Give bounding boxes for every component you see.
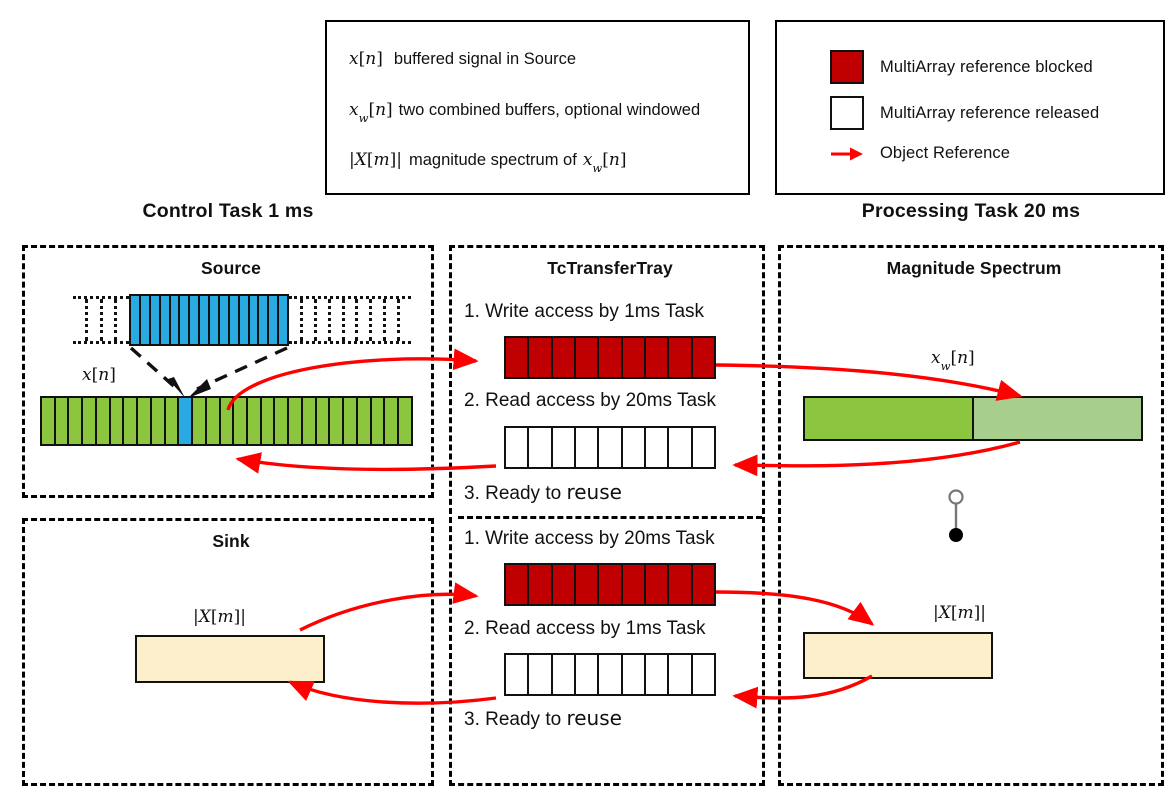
tray-lower-step3-text: 3. Ready to reuse <box>464 706 622 730</box>
tray-cell <box>599 428 623 467</box>
legend-label-released: MultiArray reference released <box>880 103 1100 122</box>
magnitude-combined-buffer-label: xw[n] <box>931 348 975 374</box>
notation-symbol-xwn: xw[n] <box>349 100 393 126</box>
combined-buffer-old-half <box>974 398 1141 439</box>
notation-line-3: |X[m]| magnitude spectrum of xw[n] <box>349 150 627 176</box>
legend-item-object-reference: Object Reference <box>830 144 1010 163</box>
tray-cell <box>599 655 623 694</box>
tray-cell <box>645 655 670 694</box>
filled-square-icon <box>830 50 864 84</box>
tray-upper-released-strip <box>504 426 716 469</box>
tray-cell <box>506 655 530 694</box>
sink-block-label: |X[m]| <box>193 607 246 627</box>
tray-cell <box>645 338 670 377</box>
tray-divider <box>458 516 762 519</box>
panel-title-tctransfertray: TcTransferTray <box>547 258 673 278</box>
column-title-control-task: Control Task 1 ms <box>142 200 314 222</box>
tray-cell <box>506 428 530 467</box>
legend-box: MultiArray reference blocked MultiArray … <box>775 20 1165 195</box>
panel-source: Source x[n] <box>22 245 434 498</box>
legend-label-object-reference: Object Reference <box>880 144 1010 162</box>
panel-tctransfertray: TcTransferTray 1. Write access by 1ms Ta… <box>449 245 765 786</box>
tray-cell <box>692 428 714 467</box>
panel-magnitude-spectrum: Magnitude Spectrum xw[n] |X[m]| <box>778 245 1164 786</box>
tray-upper-step1: 1. Write access by 1ms Task <box>464 301 705 322</box>
panel-sink: Sink |X[m]| <box>22 518 434 786</box>
tray-cell <box>599 338 623 377</box>
tray-cell <box>599 565 623 604</box>
tray-cell <box>529 338 553 377</box>
tray-lower-step3: 3. Ready to reuse <box>464 706 622 731</box>
tray-cell <box>622 338 646 377</box>
diagram-canvas: x[n] buffered signal in Source xw[n] two… <box>0 0 1172 805</box>
tray-cell <box>622 428 646 467</box>
combined-buffer-new-half <box>805 398 974 439</box>
legend-item-blocked: MultiArray reference blocked <box>830 50 1093 84</box>
tray-cell <box>622 565 646 604</box>
tray-lower-step2: 2. Read access by 1ms Task <box>464 618 706 639</box>
tray-upper-step3-text: 3. Ready to reuse <box>464 480 622 504</box>
tray-cell <box>575 655 600 694</box>
tray-cell <box>506 338 530 377</box>
tray-cell <box>669 655 693 694</box>
tray-cell <box>645 428 670 467</box>
tray-cell <box>669 428 693 467</box>
magnitude-result-block <box>803 632 993 679</box>
tray-cell <box>529 428 553 467</box>
tray-cell <box>552 565 576 604</box>
tray-lower-released-strip <box>504 653 716 696</box>
tray-cell <box>552 338 576 377</box>
tray-cell <box>692 565 714 604</box>
notation-symbol-magXm: |X[m]| <box>349 150 402 170</box>
notation-symbol-xwn-trailing: xw[n] <box>582 150 627 176</box>
tray-cell <box>529 655 553 694</box>
tray-lower-step1: 1. Write access by 20ms Task <box>464 528 715 549</box>
tray-cell <box>575 338 600 377</box>
tray-cell <box>692 338 714 377</box>
reuse-word: reuse <box>566 706 622 730</box>
notation-symbol-xn: x[n] <box>349 49 383 69</box>
magnitude-result-label: |X[m]| <box>933 603 986 623</box>
tray-upper-step2: 2. Read access by 20ms Task <box>464 390 717 411</box>
legend-label-blocked: MultiArray reference blocked <box>880 57 1093 76</box>
tray-cell <box>552 655 576 694</box>
notation-text-2: two combined buffers, optional windowed <box>398 101 701 119</box>
column-title-processing-task: Processing Task 20 ms <box>861 200 1081 222</box>
tray-cell <box>529 565 553 604</box>
tray-cell <box>622 655 646 694</box>
tray-cell <box>506 565 530 604</box>
notation-line-1: x[n] buffered signal in Source <box>349 49 576 69</box>
reuse-word: reuse <box>566 480 622 504</box>
tray-cell <box>552 428 576 467</box>
panel-title-magnitude-spectrum: Magnitude Spectrum <box>886 258 1062 278</box>
tray-cell <box>575 565 600 604</box>
notation-text-3: magnitude spectrum of <box>408 151 577 169</box>
legend-item-released: MultiArray reference released <box>830 96 1099 130</box>
sink-result-block <box>135 635 325 683</box>
source-zoom-connectors <box>129 346 288 398</box>
tray-cell <box>645 565 670 604</box>
notation-text-1: buffered signal in Source <box>393 50 577 68</box>
tray-cell <box>669 565 693 604</box>
empty-square-icon <box>830 96 864 130</box>
tray-cell <box>692 655 714 694</box>
notation-line-2: xw[n] two combined buffers, optional win… <box>349 100 701 126</box>
notation-box: x[n] buffered signal in Source xw[n] two… <box>325 20 750 195</box>
tray-cell <box>669 338 693 377</box>
panel-title-sink: Sink <box>212 531 250 551</box>
tray-upper-step3: 3. Ready to reuse <box>464 480 622 505</box>
processing-pin-icon <box>948 489 964 542</box>
tray-cell <box>575 428 600 467</box>
red-arrow-icon <box>830 145 864 163</box>
magnitude-combined-buffer <box>803 396 1143 441</box>
tray-upper-blocked-strip <box>504 336 716 379</box>
tray-lower-blocked-strip <box>504 563 716 606</box>
